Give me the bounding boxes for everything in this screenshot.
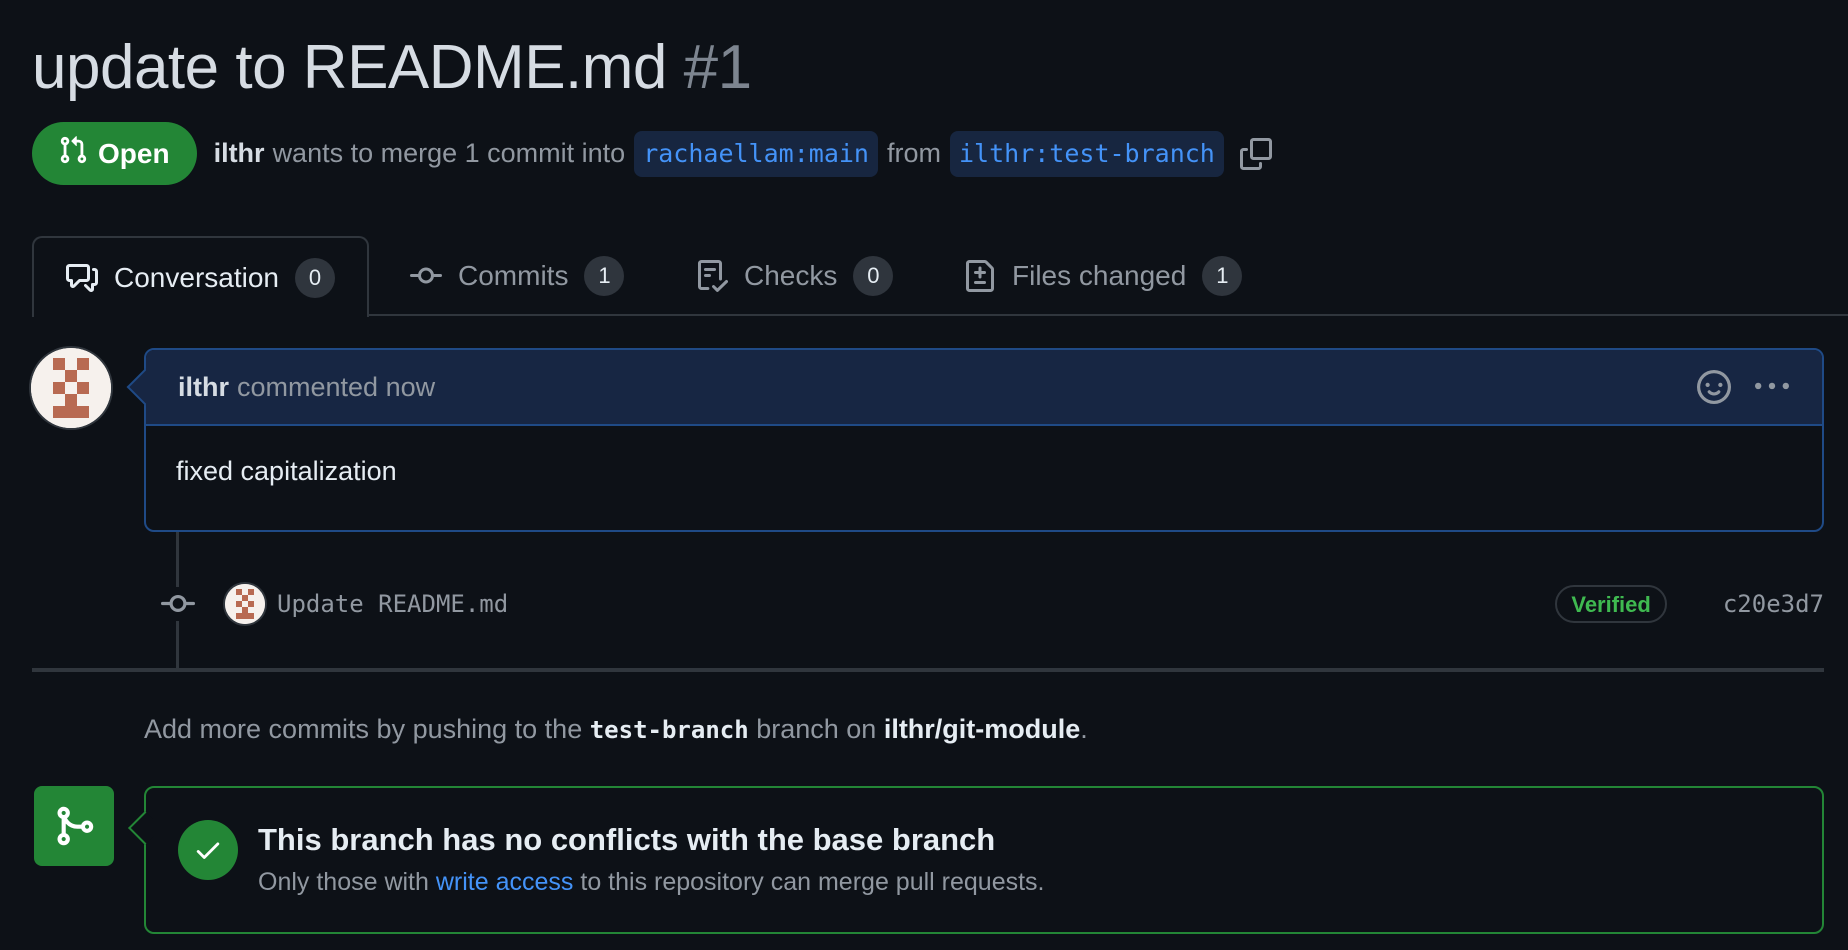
git-commit-icon [410,267,442,284]
tab-label: Conversation [114,261,279,293]
pr-status-row: Open ilthr wants to merge 1 commit into … [32,122,1273,185]
git-merge-icon [34,786,114,866]
smiley-icon [1697,370,1731,404]
tab-counter: 1 [1202,256,1243,296]
tab-counter: 1 [584,256,625,296]
avatar[interactable] [31,348,111,428]
write-access-link[interactable]: write access [436,868,574,896]
merge-status-box: This branch has no conflicts with the ba… [144,786,1824,934]
add-reaction-button[interactable] [1696,369,1732,405]
commit-avatar[interactable] [225,584,265,624]
commit-sha-link[interactable]: c20e3d7 [1723,590,1824,618]
tab-label: Checks [744,260,838,291]
verified-badge[interactable]: Verified [1555,585,1667,623]
from-text: from [886,138,941,168]
git-pull-request-icon [58,135,88,172]
comment-header: ilthr commented now [146,350,1822,426]
merge-status-title: This branch has no conflicts with the ba… [258,822,996,857]
copy-icon [1239,137,1272,170]
tab-label: Commits [458,260,569,291]
pr-number: #1 [683,33,752,102]
merge-status-subtitle: Only those with write access to this rep… [258,868,1045,897]
merge-text: wants to merge 1 commit into [272,138,626,168]
pr-author-link[interactable]: ilthr [214,138,265,169]
state-badge: Open [32,122,197,185]
hint-prefix: Add more commits by pushing to the [144,714,583,744]
push-hint: Add more commits by pushing to the test-… [144,714,1088,745]
hint-middle: branch on [756,714,877,744]
tab-commits[interactable]: Commits 1 [410,236,625,316]
comment-discussion-icon [66,263,98,292]
commit-row: Update README.md Verified c20e3d7 [160,578,1824,630]
file-diff-icon [966,260,994,292]
base-branch-label[interactable]: rachaellam:main [634,130,878,177]
comment-actions [1696,369,1790,405]
comment-body: fixed capitalization [176,456,397,486]
timeline-divider [32,668,1824,672]
comment-options-button[interactable] [1754,369,1790,405]
head-branch-label[interactable]: ilthr:test-branch [949,130,1224,177]
copy-branch-button[interactable] [1239,137,1273,171]
tab-files-changed[interactable]: Files changed 1 [964,236,1243,316]
check-icon [178,820,238,880]
merge-sub-suffix: to this repository can merge pull reques… [580,868,1045,896]
tab-conversation[interactable]: Conversation 0 [32,236,369,317]
comment-box: ilthr commented now fixed capitalization [144,348,1824,532]
identicon [31,348,111,428]
git-commit-icon [160,586,196,622]
pr-title: update to README.md [32,33,667,102]
pr-tabs: Conversation 0 Commits 1 Checks 0 Files … [32,236,1848,317]
tab-counter: 0 [853,256,894,296]
tab-label: Files changed [1012,260,1187,291]
hint-suffix: . [1080,714,1088,744]
hint-repo-link[interactable]: ilthr/git-module [884,714,1080,744]
page-title: update to README.md #1 [32,28,752,108]
commit-message-link[interactable]: Update README.md [277,590,508,618]
state-label: Open [98,137,170,169]
hint-branch: test-branch [589,716,749,744]
checklist-icon [698,260,728,292]
comment-timestamp: commented now [237,371,436,402]
tab-counter: 0 [294,257,335,298]
merge-sub-prefix: Only those with [258,868,429,896]
pr-meta: ilthr wants to merge 1 commit into racha… [214,130,1273,177]
kebab-horizontal-icon [1755,382,1789,390]
identicon [225,584,265,624]
comment-author-link[interactable]: ilthr [178,372,229,403]
tab-checks[interactable]: Checks 0 [696,236,894,316]
